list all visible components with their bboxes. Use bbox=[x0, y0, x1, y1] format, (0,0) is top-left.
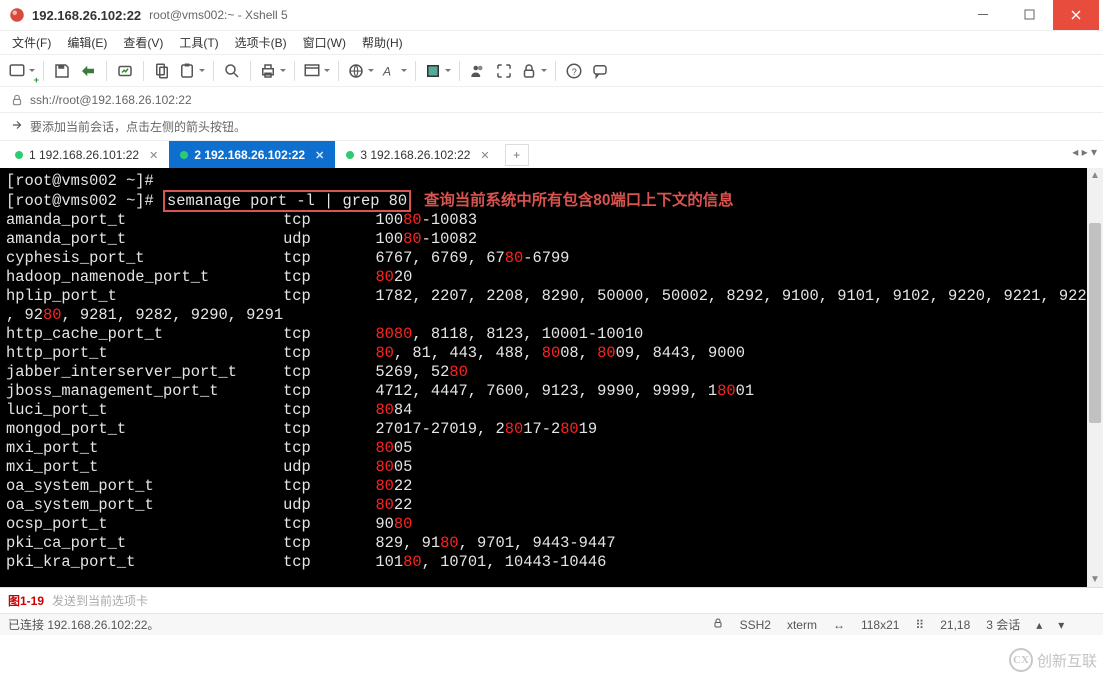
compose-bar: 图1-19 发送到当前选项卡 bbox=[0, 587, 1103, 613]
tab-close-icon[interactable]: ✕ bbox=[315, 149, 324, 162]
terminal-scrollbar[interactable]: ▲ ▼ bbox=[1087, 168, 1103, 587]
menu-bar: 文件(F) 编辑(E) 查看(V) 工具(T) 选项卡(B) 窗口(W) 帮助(… bbox=[0, 30, 1103, 54]
grid-icon: ⠿ bbox=[915, 618, 924, 632]
status-term: xterm bbox=[787, 618, 817, 632]
menu-tools[interactable]: 工具(T) bbox=[171, 32, 226, 53]
figure-label: 图1-19 bbox=[0, 592, 52, 609]
ssh-icon bbox=[712, 617, 724, 632]
find-button[interactable] bbox=[220, 58, 244, 84]
lock-icon bbox=[10, 92, 24, 107]
close-button[interactable] bbox=[1053, 0, 1099, 30]
tab-strip: 1 192.168.26.101:22 ✕ 2 192.168.26.102:2… bbox=[0, 140, 1103, 168]
address-bar: ssh://root@192.168.26.102:22 bbox=[0, 86, 1103, 112]
menu-tab[interactable]: 选项卡(B) bbox=[227, 32, 295, 53]
font-button[interactable]: A bbox=[378, 58, 409, 84]
info-bar: 要添加当前会话，点击左侧的箭头按钮。 bbox=[0, 112, 1103, 140]
svg-text:A: A bbox=[382, 64, 391, 78]
svg-text:?: ? bbox=[572, 66, 577, 76]
new-session-button[interactable]: + bbox=[6, 58, 37, 84]
chat-button[interactable] bbox=[588, 58, 612, 84]
status-dot-icon bbox=[15, 151, 23, 159]
connect-button[interactable] bbox=[76, 58, 100, 84]
scroll-up-icon[interactable]: ▲ bbox=[1090, 168, 1100, 183]
lock-button[interactable] bbox=[518, 58, 549, 84]
status-ssh: SSH2 bbox=[740, 618, 771, 632]
app-icon bbox=[8, 6, 26, 24]
size-icon: ↔ bbox=[833, 618, 845, 632]
watermark-text: 创新互联 bbox=[1037, 650, 1097, 671]
tab-scroll[interactable]: ◂ ▸ ▾ bbox=[1072, 145, 1097, 159]
status-size: 118x21 bbox=[861, 618, 899, 632]
paste-button[interactable] bbox=[176, 58, 207, 84]
tab-3[interactable]: 3 192.168.26.102:22 ✕ bbox=[335, 141, 500, 168]
status-dot-icon bbox=[346, 151, 354, 159]
sessions-up-icon[interactable]: ▴ bbox=[1036, 618, 1042, 632]
status-dot-icon bbox=[180, 151, 188, 159]
window-buttons bbox=[961, 0, 1099, 30]
sessions-down-icon[interactable]: ▾ bbox=[1058, 618, 1064, 632]
tab-1[interactable]: 1 192.168.26.101:22 ✕ bbox=[4, 141, 169, 168]
toolbar: + A ? bbox=[0, 54, 1103, 86]
compose-input[interactable]: 发送到当前选项卡 bbox=[52, 592, 1103, 609]
status-connected: 已连接 192.168.26.102:22。 bbox=[8, 616, 159, 633]
maximize-button[interactable] bbox=[1007, 0, 1053, 30]
watermark: CX 创新互联 bbox=[1009, 648, 1097, 672]
reconnect-button[interactable] bbox=[113, 58, 137, 84]
window-title-main: 192.168.26.102:22 bbox=[32, 8, 141, 23]
help-button[interactable]: ? bbox=[562, 58, 586, 84]
tab-close-icon[interactable]: ✕ bbox=[149, 149, 158, 162]
menu-edit[interactable]: 编辑(E) bbox=[59, 32, 115, 53]
title-bar: 192.168.26.102:22 root@vms002:~ - Xshell… bbox=[0, 0, 1103, 30]
menu-file[interactable]: 文件(F) bbox=[4, 32, 59, 53]
tab-2[interactable]: 2 192.168.26.102:22 ✕ bbox=[169, 141, 335, 168]
tab-label: 2 192.168.26.102:22 bbox=[194, 148, 305, 162]
globe-button[interactable] bbox=[345, 58, 376, 84]
fullscreen-button[interactable] bbox=[492, 58, 516, 84]
menu-help[interactable]: 帮助(H) bbox=[354, 32, 411, 53]
tab-close-icon[interactable]: ✕ bbox=[480, 149, 489, 162]
arrow-icon[interactable] bbox=[10, 118, 24, 135]
tab-add-button[interactable]: + bbox=[505, 144, 529, 166]
watermark-badge: CX bbox=[1009, 648, 1033, 672]
status-bar: 已连接 192.168.26.102:22。 SSH2 xterm ↔ 118x… bbox=[0, 613, 1103, 635]
tab-label: 1 192.168.26.101:22 bbox=[29, 148, 139, 162]
users-button[interactable] bbox=[466, 58, 490, 84]
terminal-wrap: [root@vms002 ~]#[root@vms002 ~]# semanag… bbox=[0, 168, 1103, 587]
save-button[interactable] bbox=[50, 58, 74, 84]
menu-view[interactable]: 查看(V) bbox=[115, 32, 171, 53]
terminal[interactable]: [root@vms002 ~]#[root@vms002 ~]# semanag… bbox=[0, 168, 1087, 587]
window-title-sub: root@vms002:~ - Xshell 5 bbox=[149, 8, 288, 22]
menu-window[interactable]: 窗口(W) bbox=[295, 32, 354, 53]
print-button[interactable] bbox=[257, 58, 288, 84]
minimize-button[interactable] bbox=[961, 0, 1007, 30]
scroll-down-icon[interactable]: ▼ bbox=[1090, 572, 1100, 587]
properties-button[interactable] bbox=[301, 58, 332, 84]
tab-label: 3 192.168.26.102:22 bbox=[360, 148, 470, 162]
address-url[interactable]: ssh://root@192.168.26.102:22 bbox=[30, 93, 192, 107]
color-scheme-button[interactable] bbox=[422, 58, 453, 84]
status-pos: 21,18 bbox=[940, 618, 970, 632]
info-text: 要添加当前会话，点击左侧的箭头按钮。 bbox=[30, 118, 246, 135]
scrollbar-thumb[interactable] bbox=[1089, 223, 1101, 423]
status-sessions: 3 会话 bbox=[986, 616, 1020, 633]
copy-button[interactable] bbox=[150, 58, 174, 84]
